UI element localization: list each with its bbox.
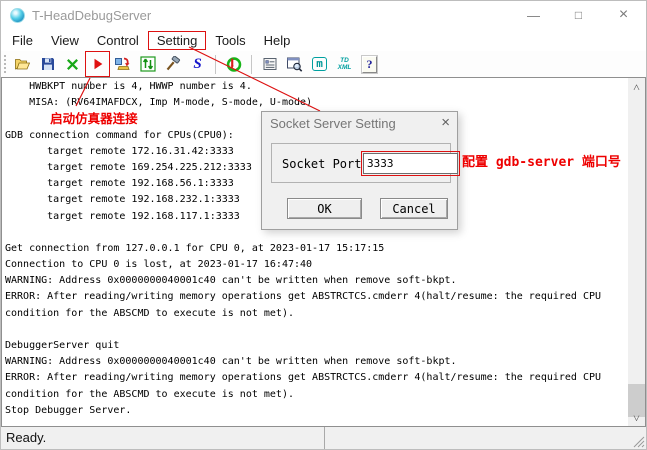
status-message: Ready. xyxy=(6,430,46,445)
console-line: ERROR: After reading/writing memory oper… xyxy=(5,370,628,386)
toolbar-separator xyxy=(215,55,216,74)
dialog-close-icon[interactable]: × xyxy=(441,114,450,131)
console-line: HWBKPT number is 4, HWWP number is 4. xyxy=(5,79,628,95)
socket-port-field-annotation-box xyxy=(363,153,458,174)
app-icon xyxy=(10,8,25,23)
console-line: WARNING: Address 0x0000000040001c40 can'… xyxy=(5,354,628,370)
minimize-button[interactable]: — xyxy=(511,1,556,29)
console-line: Get connection from 127.0.0.1 for CPU 0,… xyxy=(5,241,628,257)
console-line: DebuggerServer quit xyxy=(5,338,628,354)
machine-mode-icon[interactable]: m xyxy=(309,53,330,75)
title-bar: T-HeadDebugServer — □ × xyxy=(1,1,646,29)
memory-search-icon[interactable] xyxy=(284,53,305,75)
properties-icon[interactable] xyxy=(259,53,280,75)
maximize-button[interactable]: □ xyxy=(556,1,601,29)
socket-port-label: Socket Port: xyxy=(282,157,369,171)
console-line: condition for the ABSCMD to execute is n… xyxy=(5,306,628,322)
toolbar-separator xyxy=(251,55,252,74)
socket-port-input[interactable] xyxy=(363,153,458,174)
console-line: Stop Debugger Server. xyxy=(5,403,628,419)
scroll-up-icon[interactable]: ˄ xyxy=(628,78,645,95)
resize-grip[interactable] xyxy=(632,435,645,448)
xml-icon-line1: TD xyxy=(340,57,349,64)
stop-debugger-icon[interactable] xyxy=(223,53,244,75)
menu-item-help[interactable]: Help xyxy=(255,31,300,50)
menu-item-file[interactable]: File xyxy=(3,31,42,50)
open-file-icon[interactable] xyxy=(12,53,33,75)
dialog-title-bar[interactable]: Socket Server Setting × xyxy=(262,112,457,135)
cancel-button[interactable]: Cancel xyxy=(380,198,448,219)
console-line: ERROR: After reading/writing memory oper… xyxy=(5,289,628,305)
delete-icon[interactable] xyxy=(62,53,83,75)
connect-emulator-icon[interactable] xyxy=(112,53,133,75)
toolbar: S m TD XML ? xyxy=(1,51,646,77)
socket-port-groupbox: Socket Port: xyxy=(271,143,451,183)
window-title: T-HeadDebugServer xyxy=(32,8,151,23)
menu-item-view[interactable]: View xyxy=(42,31,88,50)
start-debug-icon[interactable] xyxy=(87,53,108,75)
toolbar-grip xyxy=(4,55,7,73)
socket-server-setting-dialog: Socket Server Setting × Socket Port: OK … xyxy=(261,111,458,230)
scroll-down-icon[interactable]: ˅ xyxy=(628,409,645,426)
app-window: T-HeadDebugServer — □ × FileViewControlS… xyxy=(0,0,647,450)
vertical-scrollbar[interactable]: ˄ ˅ xyxy=(628,78,645,426)
xml-config-icon[interactable]: TD XML xyxy=(334,53,355,75)
status-bar: Ready. xyxy=(1,427,646,449)
step-icon[interactable]: S xyxy=(187,53,208,75)
console-line: Connection to CPU 0 is lost, at 2023-01-… xyxy=(5,257,628,273)
menu-bar: FileViewControlSettingToolsHelp xyxy=(1,29,646,51)
console-line: condition for the ABSCMD to execute is n… xyxy=(5,387,628,403)
close-button[interactable]: × xyxy=(601,1,646,29)
menu-item-tools[interactable]: Tools xyxy=(206,31,254,50)
status-bar-divider xyxy=(324,427,325,449)
build-icon[interactable] xyxy=(162,53,183,75)
dialog-title: Socket Server Setting xyxy=(270,116,396,131)
save-icon[interactable] xyxy=(37,53,58,75)
reset-icon[interactable] xyxy=(137,53,158,75)
xml-icon-line2: XML xyxy=(338,64,352,71)
console-line: WARNING: Address 0x0000000040001c40 can'… xyxy=(5,273,628,289)
ok-button[interactable]: OK xyxy=(287,198,362,219)
console-line: MISA: (RV64IMAFDCX, Imp M-mode, S-mode, … xyxy=(5,95,628,111)
annotation-configure-port: 配置 gdb-server 端口号 xyxy=(462,151,621,170)
help-icon[interactable]: ? xyxy=(359,53,380,75)
menu-item-setting[interactable]: Setting xyxy=(148,31,206,50)
menu-item-control[interactable]: Control xyxy=(88,31,148,50)
console-line xyxy=(5,322,628,338)
